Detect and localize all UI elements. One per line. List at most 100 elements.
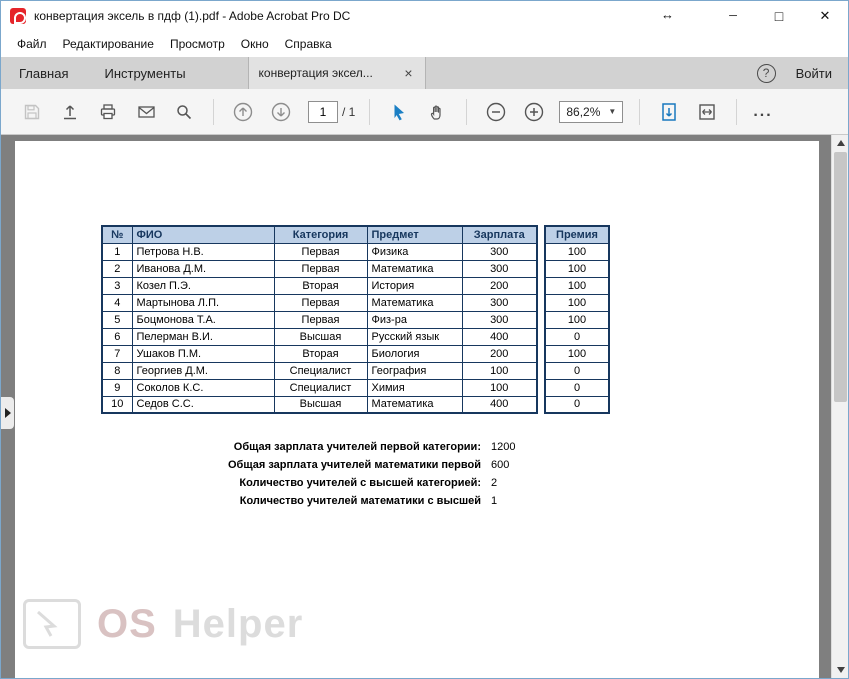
scroll-mode-icon bbox=[662, 102, 677, 121]
scrollbar-thumb[interactable] bbox=[834, 152, 847, 402]
cell-number: 2 bbox=[101, 259, 133, 278]
menu-item-help[interactable]: Справка bbox=[277, 33, 340, 55]
table-row: 1 Петрова Н.В. Первая Физика 300 bbox=[101, 242, 538, 261]
previous-page-button[interactable] bbox=[228, 96, 258, 128]
cell-salary: 300 bbox=[461, 293, 538, 312]
zoom-in-button[interactable] bbox=[519, 96, 549, 128]
cell-salary: 400 bbox=[461, 395, 538, 414]
cell-number: 9 bbox=[101, 378, 133, 397]
cell-subject: Химия bbox=[366, 378, 463, 397]
cell-number: 10 bbox=[101, 395, 133, 414]
pointer-icon bbox=[394, 104, 405, 120]
table-row: 6 Пелерман В.И. Высшая Русский язык 400 bbox=[101, 327, 538, 346]
cell-subject: География bbox=[366, 361, 463, 380]
bonus-row: 0 bbox=[544, 361, 610, 380]
minimize-button[interactable]: ─ bbox=[710, 1, 756, 31]
cell-salary: 300 bbox=[461, 259, 538, 278]
salary-table: № ФИО Категория Предмет Зарплата 1 Петров… bbox=[101, 225, 538, 414]
close-tab-icon[interactable]: × bbox=[402, 65, 414, 81]
pdf-page: № ФИО Категория Предмет Зарплата 1 Петров… bbox=[15, 141, 819, 678]
cell-category: Первая bbox=[273, 259, 368, 278]
scroll-mode-button[interactable] bbox=[654, 96, 684, 128]
watermark-os-text: OS bbox=[97, 601, 157, 646]
table-row: 7 Ушаков П.М. Вторая Биология 200 bbox=[101, 344, 538, 363]
previous-page-icon bbox=[233, 102, 253, 121]
sign-in-button[interactable]: Войти bbox=[796, 66, 832, 81]
fit-width-button[interactable] bbox=[692, 96, 722, 128]
table-row: 9 Соколов К.С. Специалист Химия 100 bbox=[101, 378, 538, 397]
scroll-down-icon bbox=[836, 667, 845, 673]
summary-value: 1 bbox=[491, 495, 498, 507]
tab-home[interactable]: Главная bbox=[1, 57, 86, 89]
close-button[interactable]: ✕ bbox=[802, 1, 848, 31]
search-button[interactable] bbox=[169, 96, 199, 128]
page-total-label: / 1 bbox=[342, 104, 356, 119]
cell-salary: 300 bbox=[461, 310, 538, 329]
cell-bonus: 0 bbox=[544, 361, 610, 380]
menu-bar: Файл Редактирование Просмотр Окно Справк… bbox=[1, 31, 848, 57]
scroll-down-button[interactable] bbox=[832, 662, 848, 678]
share-button[interactable] bbox=[55, 96, 85, 128]
bonus-row: 0 bbox=[544, 327, 610, 346]
table-row: 3 Козел П.Э. Вторая История 200 bbox=[101, 276, 538, 295]
toolbar-separator bbox=[466, 98, 468, 125]
cell-salary: 300 bbox=[461, 242, 538, 261]
tab-bar: Главная Инструменты конвертация эксел...… bbox=[1, 57, 848, 89]
title-bar: конвертация эксель в пдф (1).pdf - Adobe… bbox=[1, 1, 848, 31]
cell-name: Пелерман В.И. bbox=[131, 327, 275, 346]
menu-item-edit[interactable]: Редактирование bbox=[55, 33, 162, 55]
menu-item-window[interactable]: Окно bbox=[233, 33, 277, 55]
toolbar-separator bbox=[639, 98, 641, 125]
os-helper-watermark: OS Helper bbox=[23, 599, 303, 649]
cell-number: 1 bbox=[101, 242, 133, 261]
next-page-icon bbox=[271, 102, 291, 121]
table-row: 4 Мартынова Л.П. Первая Математика 300 bbox=[101, 293, 538, 312]
page-number-input[interactable] bbox=[308, 100, 338, 123]
select-tool-button[interactable] bbox=[384, 96, 414, 128]
table-row: 8 Георгиев Д.М. Специалист География 100 bbox=[101, 361, 538, 380]
header-salary: Зарплата bbox=[461, 225, 538, 244]
zoom-level-dropdown[interactable]: 86,2% ▼ bbox=[559, 100, 624, 123]
fit-width-icon bbox=[699, 103, 716, 120]
cell-category: Специалист bbox=[273, 378, 368, 397]
cell-bonus: 100 bbox=[544, 310, 610, 329]
cell-number: 3 bbox=[101, 276, 133, 295]
menu-item-view[interactable]: Просмотр bbox=[162, 33, 233, 55]
cell-number: 8 bbox=[101, 361, 133, 380]
summary-line: Общая зарплата учителей первой категории… bbox=[101, 438, 561, 456]
left-panel-expander[interactable] bbox=[1, 397, 14, 429]
summary-value: 1200 bbox=[491, 441, 516, 453]
tab-tools[interactable]: Инструменты bbox=[86, 57, 203, 89]
chevron-down-icon: ▼ bbox=[608, 107, 617, 116]
tabbar-right: ? Войти bbox=[756, 57, 848, 89]
tab-document[interactable]: конвертация эксел... × bbox=[247, 57, 426, 89]
hand-tool-button[interactable] bbox=[422, 96, 452, 128]
email-button[interactable] bbox=[131, 96, 161, 128]
zoom-out-button[interactable] bbox=[481, 96, 511, 128]
print-button[interactable] bbox=[93, 96, 123, 128]
summary-line: Общая зарплата учителей математики перво… bbox=[101, 456, 561, 474]
more-tools-button[interactable]: ... bbox=[753, 103, 772, 121]
zoom-out-icon bbox=[487, 102, 506, 121]
cell-number: 6 bbox=[101, 327, 133, 346]
cell-salary: 100 bbox=[461, 361, 538, 380]
help-icon[interactable]: ? bbox=[756, 63, 776, 83]
vertical-scrollbar[interactable] bbox=[831, 135, 848, 678]
cell-name: Седов С.С. bbox=[131, 395, 275, 414]
bonus-row: 0 bbox=[544, 395, 610, 414]
cell-subject: Физ-ра bbox=[366, 310, 463, 329]
maximize-button[interactable]: □ bbox=[756, 1, 802, 31]
menu-item-file[interactable]: Файл bbox=[9, 33, 55, 55]
header-number: № bbox=[101, 225, 133, 244]
cell-number: 5 bbox=[101, 310, 133, 329]
table-row: 5 Боцмонова Т.А. Первая Физ-ра 300 bbox=[101, 310, 538, 329]
cell-category: Вторая bbox=[273, 344, 368, 363]
cell-salary: 100 bbox=[461, 378, 538, 397]
bonus-header-row: Премия bbox=[544, 225, 610, 244]
table-row: 2 Иванова Д.М. Первая Математика 300 bbox=[101, 259, 538, 278]
summary-label: Общая зарплата учителей первой категории… bbox=[233, 441, 481, 453]
scroll-up-button[interactable] bbox=[832, 135, 848, 151]
cell-bonus: 0 bbox=[544, 327, 610, 346]
next-page-button[interactable] bbox=[266, 96, 296, 128]
save-button[interactable] bbox=[17, 96, 47, 128]
